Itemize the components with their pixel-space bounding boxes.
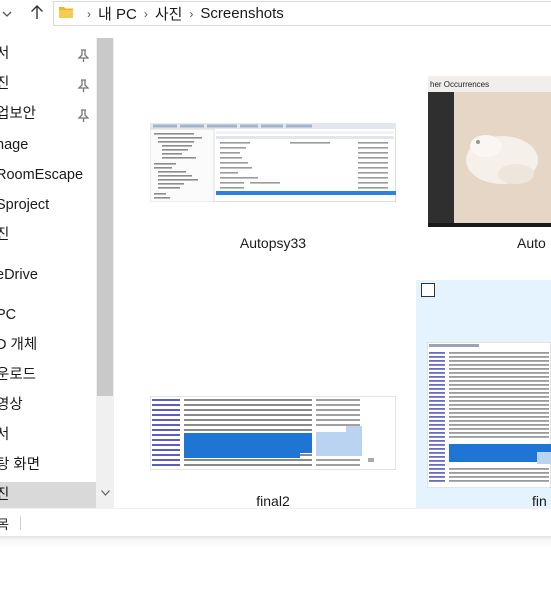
up-button[interactable] [26,2,48,24]
breadcrumb-screenshots[interactable]: Screenshots [200,5,283,22]
nav-item-folder-6[interactable]: Sproject [0,192,96,218]
file-name: fin [532,493,547,508]
arrow-up-icon [30,4,44,23]
thumbnail-title: her Occurrences [430,80,489,89]
nav-item-label: Sproject [0,197,50,213]
item-count: 목 [0,517,9,532]
file-name: final2 [256,493,290,508]
navigation-scrollbar[interactable] [96,38,114,508]
nav-item-label: 영상 [0,397,23,413]
nav-item-label: RoomEscape [0,167,84,183]
nav-item-this-pc[interactable]: PC [0,302,96,328]
pin-icon [77,46,90,72]
file-tile-selected[interactable]: fin [416,280,551,508]
breadcrumb-this-pc[interactable]: 내 PC [98,3,137,24]
nav-item-quick-2[interactable]: 진 [0,71,96,97]
nav-item-quick-3[interactable]: 업보안 [0,101,96,127]
pin-icon [77,106,90,132]
nav-item-3d-objects[interactable]: D 개체 [0,332,96,358]
nav-item-label: 서 [0,427,10,443]
breadcrumb-pictures[interactable]: 사진 [155,3,183,24]
file-thumbnail [427,342,551,488]
nav-item-label: 서 [0,46,10,62]
file-name: Auto [517,235,546,251]
breadcrumb[interactable]: › 내 PC › 사진 › Screenshots [53,1,551,26]
file-tile[interactable]: Autopsy33 [114,38,396,268]
nav-item-documents[interactable]: 서 [0,422,96,448]
nav-item-label: 진 [0,227,10,243]
chevron-right-icon: › [143,6,148,21]
nav-item-quick-1[interactable]: 서 [0,41,96,67]
nav-item-label: 탕 화면 [0,457,41,473]
navigation-pane: 서 진 업보안 nage RoomEscape Sproject 진 eDriv… [0,38,96,508]
folder-icon [58,5,74,23]
select-checkbox[interactable] [421,283,435,297]
file-tile[interactable]: final2 [114,280,404,508]
scroll-down-arrow-icon[interactable] [96,484,114,502]
nav-item-downloads[interactable]: 운로드 [0,362,96,388]
chevron-down-icon [2,6,12,20]
status-bar: 목 [0,508,551,537]
nav-item-folder-4[interactable]: nage [0,132,96,158]
pin-icon [77,76,90,102]
file-name: Autopsy33 [239,235,307,251]
status-divider [20,516,21,530]
file-thumbnail [150,123,396,202]
chevron-right-icon: › [189,6,194,21]
chevron-right-icon: › [87,6,91,21]
nav-item-label: nage [0,137,29,153]
nav-item-folder-5[interactable]: RoomEscape [0,162,96,188]
nav-item-folder-7[interactable]: 진 [0,222,96,248]
recent-locations-dropdown[interactable] [0,2,18,24]
nav-item-videos[interactable]: 영상 [0,392,96,418]
nav-item-label: PC [0,307,17,323]
nav-item-label: 업보안 [0,106,37,122]
nav-item-label: D 개체 [0,337,38,353]
nav-item-label: 진 [0,76,10,92]
nav-item-desktop[interactable]: 탕 화면 [0,452,96,478]
nav-item-pictures[interactable]: 진 [0,482,96,508]
scrollbar-thumb[interactable] [97,38,113,396]
nav-item-label: eDrive [0,267,38,283]
nav-item-label: 진 [0,487,10,503]
window-shadow [0,536,551,593]
file-thumbnail [150,396,396,470]
address-bar: › 내 PC › 사진 › Screenshots [0,0,551,28]
nav-item-label: 운로드 [0,367,37,383]
file-tile[interactable]: her Occurrences Auto [414,38,551,268]
file-thumbnail: her Occurrences [428,76,551,227]
file-view: Autopsy33 her Occurrences Auto final2 fi… [114,38,551,508]
nav-item-onedrive[interactable]: eDrive [0,262,96,288]
